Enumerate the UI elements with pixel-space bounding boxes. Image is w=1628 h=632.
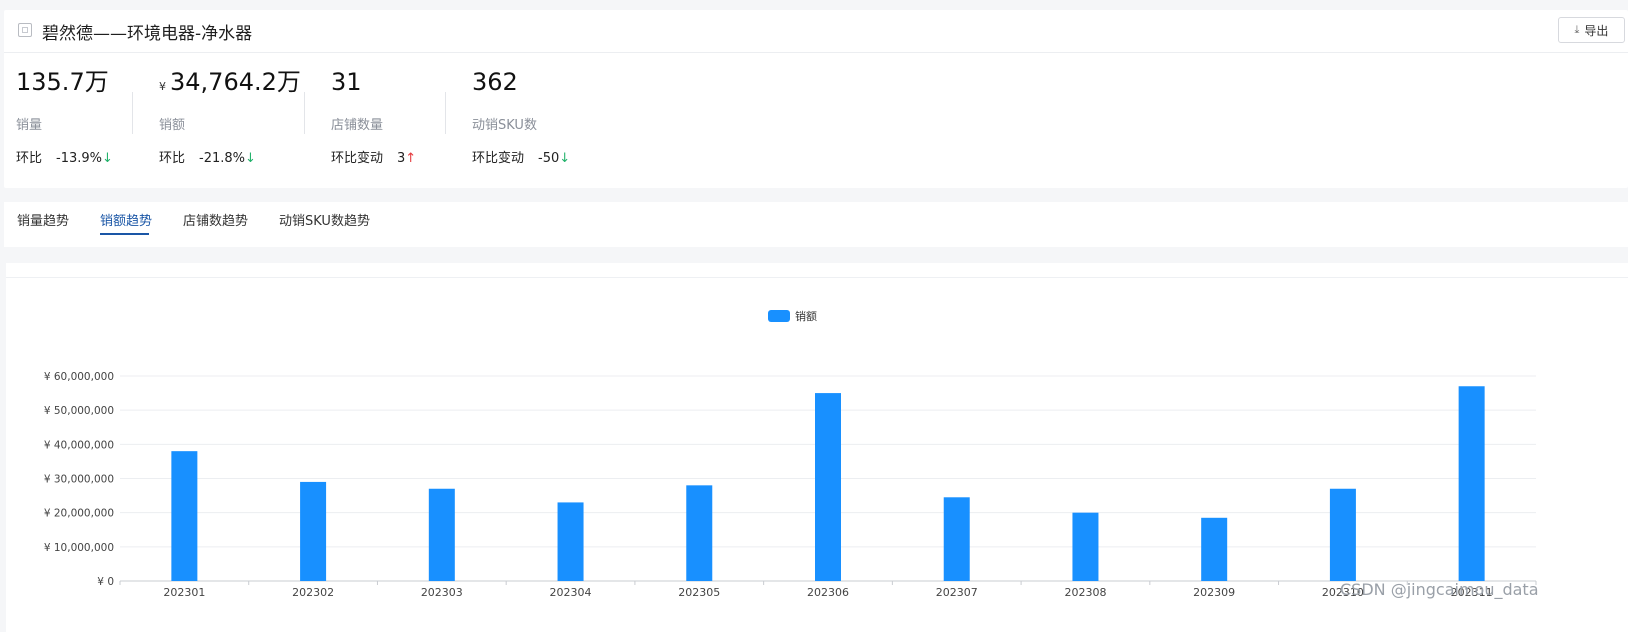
y-tick-label: ¥ 40,000,000	[44, 439, 114, 451]
x-tick-label: 202305	[678, 586, 720, 599]
bar	[815, 393, 841, 581]
trend-tabs: 销量趋势 销额趋势 店铺数趋势 动销SKU数趋势	[4, 202, 1628, 247]
metric-value: 135.7万	[16, 68, 109, 96]
metric-label: 销额	[159, 118, 186, 133]
metric-compare: 环比变动 -50↓	[472, 151, 571, 166]
tab-sales-volume-trend[interactable]: 销量趋势	[17, 210, 69, 229]
image-icon	[18, 23, 32, 37]
bar	[1201, 517, 1228, 581]
arrow-up-icon: ↑	[405, 151, 417, 166]
download-icon: ⤓	[1574, 23, 1580, 36]
x-tick-label: 202307	[936, 586, 978, 599]
x-tick-label: 202308	[1064, 586, 1106, 599]
y-tick-label: ¥ 20,000,000	[44, 508, 114, 520]
arrow-down-icon: ↓	[245, 151, 256, 166]
metric-compare: 环比 -13.9%↓	[16, 151, 113, 166]
y-tick-label: ¥ 30,000,000	[44, 474, 114, 486]
metric-label: 店铺数量	[331, 118, 384, 133]
tab-store-count-trend[interactable]: 店铺数趋势	[183, 210, 248, 229]
divider	[445, 92, 446, 134]
metric-sales-volume: 135.7万 销量 环比 -13.9%↓	[16, 66, 113, 166]
title-bar: 碧然德——环境电器-净水器 ⤓ 导出	[4, 10, 1628, 53]
metric-sales-amount: ¥34,764.2万 销额 环比 -21.8%↓	[159, 66, 301, 166]
y-tick-label: ¥ 50,000,000	[44, 405, 114, 417]
chart-card: 销额 ¥ 0 ¥ 10,000,000 ¥ 20,000,000 ¥ 30,000,00…	[6, 263, 1628, 632]
x-tick-label: 202306	[807, 586, 849, 599]
legend-label: 销额	[795, 309, 817, 323]
divider	[304, 92, 305, 134]
tab-sales-amount-trend[interactable]: 销额趋势	[100, 210, 152, 229]
bar	[557, 502, 584, 581]
bar	[428, 488, 455, 581]
x-tick-label: 202301	[163, 586, 205, 599]
metric-active-sku: 362 动销SKU数 环比变动 -50↓	[472, 66, 570, 166]
metric-label: 动销SKU数	[472, 118, 537, 133]
x-tick-label: 202303	[421, 586, 463, 599]
metric-value: ¥34,764.2万	[159, 68, 301, 96]
metric-store-count: 31 店铺数量 环比变动 3↑	[331, 66, 416, 166]
x-tick-label: 202304	[550, 586, 592, 599]
metric-compare: 环比 -21.8%↓	[159, 151, 256, 166]
bar	[686, 485, 713, 581]
page-title: 碧然德——环境电器-净水器	[42, 24, 253, 44]
summary-card: 碧然德——环境电器-净水器 ⤓ 导出 135.7万 销量 环比 -13.9%↓ ¥…	[4, 10, 1628, 188]
watermark: CSDN @jingcaimou_data	[1340, 580, 1539, 599]
export-button[interactable]: ⤓ 导出	[1558, 17, 1625, 43]
y-tick-label: ¥ 60,000,000	[44, 371, 114, 383]
y-tick-label: ¥ 10,000,000	[44, 542, 114, 554]
legend-swatch	[768, 310, 790, 322]
divider	[132, 92, 133, 134]
arrow-down-icon: ↓	[559, 151, 571, 166]
bar	[943, 497, 970, 581]
bar	[171, 451, 198, 581]
arrow-down-icon: ↓	[102, 151, 113, 166]
sales-amount-bar-chart: 销额 ¥ 0 ¥ 10,000,000 ¥ 20,000,000 ¥ 30,000,00…	[44, 309, 1537, 599]
bar	[1458, 386, 1485, 581]
active-tab-indicator	[100, 233, 149, 235]
export-label: 导出	[1584, 23, 1609, 38]
bar	[300, 481, 327, 581]
metric-compare: 环比变动 3↑	[331, 151, 417, 166]
bar	[1329, 488, 1356, 581]
metric-value: 362	[472, 68, 518, 96]
bar	[1072, 512, 1099, 581]
x-tick-label: 202309	[1193, 586, 1235, 599]
x-tick-label: 202302	[292, 586, 334, 599]
y-tick-label: ¥ 0	[97, 576, 114, 588]
metric-value: 31	[331, 68, 362, 96]
tab-active-sku-trend[interactable]: 动销SKU数趋势	[279, 210, 370, 229]
metric-label: 销量	[16, 118, 43, 133]
